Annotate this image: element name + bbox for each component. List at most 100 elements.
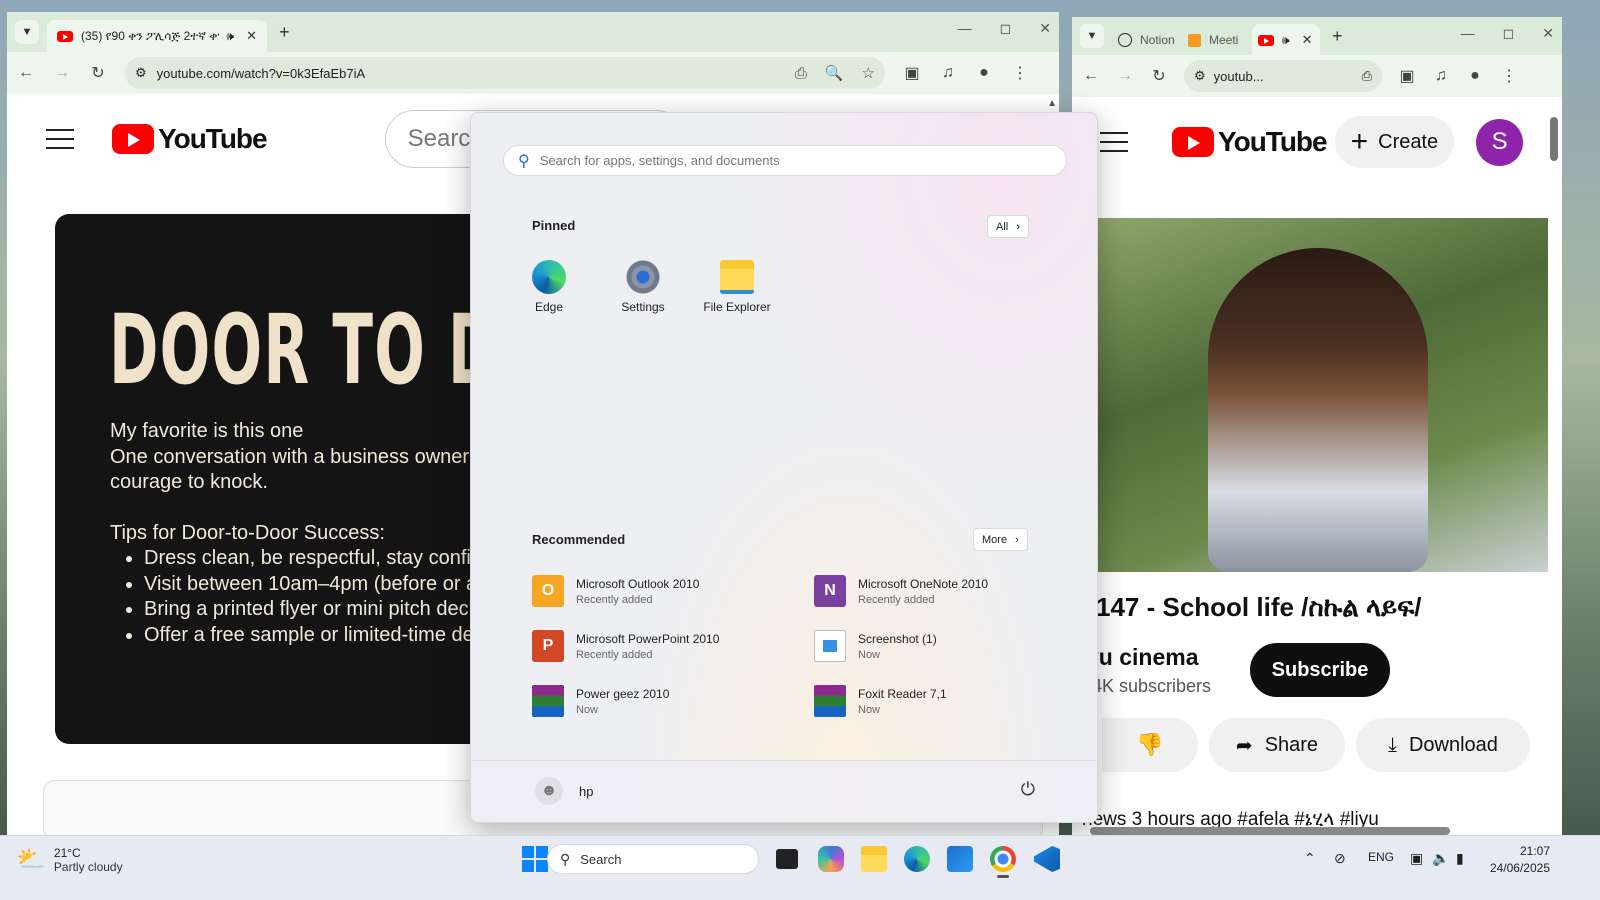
- hamburger-menu-icon[interactable]: [46, 129, 74, 149]
- share-button[interactable]: ➦ Share: [1209, 718, 1345, 772]
- user-account-button[interactable]: ☻ hp: [535, 777, 593, 805]
- recommended-text: Microsoft Outlook 2010 Recently added: [576, 577, 699, 606]
- menu-dots-icon[interactable]: ⋮: [1500, 66, 1518, 86]
- recommended-item[interactable]: O Microsoft Outlook 2010 Recently added: [532, 575, 699, 607]
- weather-widget[interactable]: ⛅ 21°C Partly cloudy: [16, 845, 123, 874]
- extensions-icon[interactable]: ▣: [1398, 66, 1416, 86]
- windows-start-icon[interactable]: [522, 846, 548, 872]
- extensions-icon[interactable]: ▣: [903, 63, 921, 83]
- tab-search-dropdown[interactable]: ▼: [1080, 24, 1104, 48]
- recommended-item[interactable]: Power geez 2010 Now: [532, 685, 669, 717]
- youtube-logo[interactable]: YouTube: [1172, 126, 1328, 158]
- edge-icon[interactable]: [904, 846, 930, 872]
- profile-avatar-icon[interactable]: ●: [975, 64, 993, 82]
- file-explorer-icon[interactable]: [861, 846, 887, 872]
- media-controls-icon[interactable]: ♫: [1432, 67, 1450, 85]
- tab-notion[interactable]: Notion: [1112, 24, 1180, 56]
- new-tab-button[interactable]: +: [1332, 26, 1343, 47]
- speaker-icon[interactable]: 🕪: [227, 29, 235, 44]
- close-window-icon[interactable]: ✕: [1039, 20, 1051, 37]
- back-arrow-icon[interactable]: ←: [1082, 67, 1100, 85]
- speaker-icon[interactable]: 🕪: [1282, 33, 1290, 48]
- tab-meeting[interactable]: Meeti: [1182, 24, 1250, 56]
- url-text[interactable]: youtube.com/watch?v=0k3EfaEb7iA: [157, 66, 366, 81]
- forward-arrow-icon[interactable]: →: [53, 64, 71, 82]
- youtube-logo[interactable]: YouTube: [112, 123, 268, 155]
- taskbar-search[interactable]: ⚲ Search: [547, 844, 759, 874]
- pinned-app-file-explorer[interactable]: File Explorer: [697, 260, 777, 314]
- download-button[interactable]: ⤓ Download: [1356, 718, 1530, 772]
- dislike-button[interactable]: 👎: [1102, 718, 1198, 772]
- pinned-app-label: File Explorer: [703, 300, 771, 314]
- recommended-item[interactable]: Foxit Reader 7,1 Now: [814, 685, 947, 717]
- maximize-icon[interactable]: ◻: [1000, 20, 1012, 37]
- network-icon[interactable]: ⊘: [1334, 850, 1346, 867]
- chrome-icon[interactable]: [990, 846, 1016, 872]
- show-hidden-icons-icon[interactable]: ⌃: [1304, 850, 1316, 867]
- site-info-icon[interactable]: ⚙: [1194, 68, 1206, 84]
- zoom-icon[interactable]: 🔍: [825, 64, 844, 82]
- close-window-icon[interactable]: ✕: [1542, 25, 1554, 42]
- recommended-item[interactable]: P Microsoft PowerPoint 2010 Recently adde…: [532, 630, 719, 662]
- pinned-app-edge[interactable]: Edge: [509, 260, 589, 314]
- maximize-icon[interactable]: ◻: [1503, 25, 1515, 42]
- media-controls-icon[interactable]: ♫: [939, 64, 957, 82]
- new-tab-button[interactable]: +: [279, 22, 290, 43]
- task-view-icon[interactable]: [776, 849, 798, 869]
- video-thumbnail[interactable]: [1098, 218, 1548, 572]
- close-tab-icon[interactable]: ✕: [246, 28, 257, 44]
- forward-arrow-icon[interactable]: →: [1116, 67, 1134, 85]
- subscriber-count: 4K subscribers: [1092, 676, 1212, 696]
- power-icon[interactable]: ⏻: [1021, 779, 1035, 800]
- menu-dots-icon[interactable]: ⋮: [1011, 63, 1029, 83]
- volume-icon[interactable]: 🔈: [1432, 850, 1449, 867]
- tab-youtube[interactable]: 🕪 ✕: [1252, 24, 1320, 56]
- search-icon: ⚲: [560, 850, 571, 867]
- bookmark-star-icon[interactable]: ☆: [862, 64, 875, 82]
- recommended-sub: Now: [858, 703, 881, 716]
- user-avatar[interactable]: S: [1476, 118, 1524, 166]
- subscribe-button[interactable]: Subscribe: [1250, 643, 1390, 697]
- recommended-sub: Now: [858, 648, 881, 661]
- minimize-icon[interactable]: —: [1461, 25, 1475, 42]
- start-search-box[interactable]: ⚲: [503, 145, 1067, 176]
- tab-title: Notion: [1140, 33, 1175, 47]
- horizontal-scrollbar[interactable]: [1090, 827, 1450, 835]
- install-app-icon[interactable]: ⎙: [795, 65, 807, 82]
- slide-bullet: Dress clean, be respectful, stay confid: [144, 546, 485, 572]
- vertical-scrollbar[interactable]: [1550, 117, 1558, 161]
- start-search-input[interactable]: [539, 153, 1020, 168]
- site-info-icon[interactable]: ⚙: [135, 65, 147, 81]
- address-bar[interactable]: ⚙ youtube.com/watch?v=0k3EfaEb7iA ⎙ 🔍 ☆: [125, 57, 885, 89]
- all-apps-button[interactable]: All ›: [987, 215, 1029, 238]
- reload-icon[interactable]: ↻: [89, 63, 107, 83]
- url-text[interactable]: youtub...: [1214, 69, 1264, 84]
- back-arrow-icon[interactable]: ←: [17, 64, 35, 82]
- recommended-item[interactable]: N Microsoft OneNote 2010 Recently added: [814, 575, 988, 607]
- language-indicator[interactable]: ENG: [1368, 850, 1394, 864]
- recommended-text: Screenshot (1) Now: [858, 632, 937, 661]
- pinned-app-settings[interactable]: Settings: [603, 260, 683, 314]
- microsoft-store-icon[interactable]: [947, 846, 973, 872]
- channel-name[interactable]: yu cinema: [1086, 644, 1199, 671]
- powerpoint-icon: P: [532, 630, 564, 662]
- tab-youtube[interactable]: (35) የ90 ቀን ፖሊሳጅ 2ተኛ ቀን · 🕪 ✕: [47, 20, 267, 52]
- profile-avatar-icon[interactable]: ●: [1466, 67, 1484, 85]
- copilot-icon[interactable]: [818, 846, 844, 872]
- minimize-icon[interactable]: —: [958, 20, 972, 37]
- display-icon[interactable]: ▣: [1410, 850, 1423, 867]
- create-button[interactable]: + Create: [1334, 116, 1455, 168]
- close-tab-icon[interactable]: ✕: [1302, 32, 1313, 48]
- reload-icon[interactable]: ↻: [1150, 66, 1168, 86]
- more-button[interactable]: More ›: [973, 528, 1028, 551]
- scrollbar-up-arrow[interactable]: ▲: [1047, 98, 1057, 109]
- tab-search-dropdown[interactable]: ▼: [15, 20, 39, 44]
- vscode-icon[interactable]: [1034, 846, 1060, 872]
- battery-icon[interactable]: ▮: [1456, 850, 1464, 867]
- install-app-icon[interactable]: ⎙: [1362, 68, 1372, 84]
- hamburger-menu-icon[interactable]: [1100, 132, 1128, 152]
- clock[interactable]: 21:07 24/06/2025: [1484, 844, 1550, 875]
- recommended-item[interactable]: Screenshot (1) Now: [814, 630, 937, 662]
- slide-line: courage to knock.: [110, 471, 268, 493]
- address-bar[interactable]: ⚙ youtub... ⎙: [1184, 60, 1382, 92]
